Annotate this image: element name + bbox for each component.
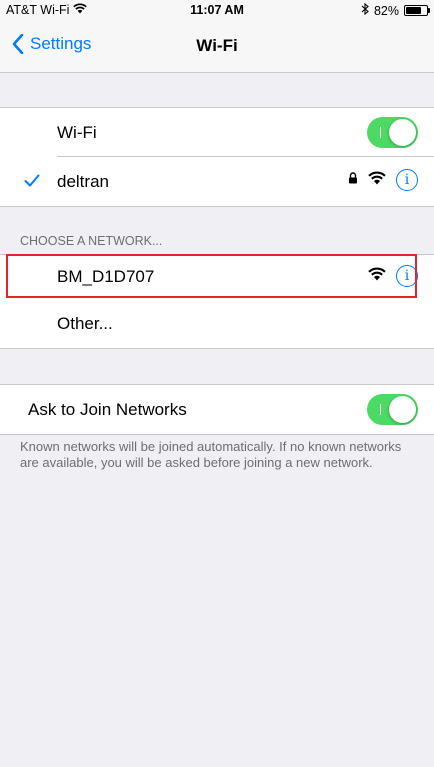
toggle-on-mark bbox=[380, 127, 381, 138]
info-icon[interactable]: i bbox=[396, 169, 418, 191]
wifi-icon bbox=[368, 170, 386, 190]
ask-join-toggle[interactable] bbox=[367, 394, 418, 425]
ask-join-label: Ask to Join Networks bbox=[28, 399, 187, 419]
wifi-toggle-row: Wi-Fi bbox=[0, 108, 434, 157]
bluetooth-icon bbox=[361, 2, 369, 18]
other-network-row[interactable]: Other... bbox=[0, 299, 434, 348]
toggle-knob bbox=[389, 396, 416, 423]
status-bar: AT&T Wi-Fi 11:07 AM 82% bbox=[0, 0, 434, 22]
network-status-icons: i bbox=[348, 169, 418, 191]
ask-join-row: Ask to Join Networks bbox=[0, 385, 434, 434]
connected-network-row[interactable]: deltran i bbox=[0, 157, 434, 206]
other-network-label: Other... bbox=[57, 313, 113, 333]
battery-level-fill bbox=[406, 7, 421, 14]
wifi-group: Wi-Fi deltran i bbox=[0, 107, 434, 207]
checkmark-icon bbox=[24, 171, 40, 192]
toggle-knob bbox=[389, 119, 416, 146]
ask-join-group: Ask to Join Networks bbox=[0, 384, 434, 435]
status-right: 82% bbox=[361, 2, 430, 18]
battery-icon bbox=[404, 5, 430, 16]
page-title: Wi-Fi bbox=[196, 36, 238, 55]
connected-network-name: deltran bbox=[57, 171, 109, 191]
wifi-toggle[interactable] bbox=[367, 117, 418, 148]
battery-percent: 82% bbox=[373, 3, 399, 18]
wifi-toggle-label: Wi-Fi bbox=[57, 122, 97, 142]
highlight-box bbox=[6, 254, 417, 298]
navigation-bar: Settings Wi-Fi bbox=[0, 22, 434, 73]
toggle-on-mark bbox=[380, 404, 381, 415]
ask-join-description: Known networks will be joined automatica… bbox=[20, 439, 402, 470]
lock-icon bbox=[348, 171, 358, 189]
section-header-choose-network: CHOOSE A NETWORK... bbox=[20, 234, 163, 248]
